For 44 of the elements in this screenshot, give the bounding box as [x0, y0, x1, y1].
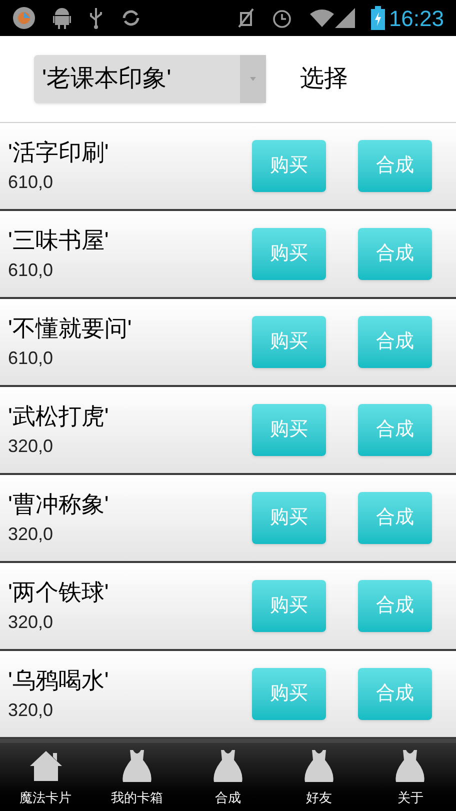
nav-tab[interactable]: 关于: [364, 743, 456, 811]
wifi-icon: [308, 8, 335, 28]
card-price: 320,0: [8, 611, 54, 634]
usb-icon: [88, 6, 104, 30]
card-price: 610,0: [8, 259, 54, 282]
card-price: 320,0: [8, 699, 54, 722]
combine-button[interactable]: 合成: [358, 580, 432, 632]
card-name: '两个铁球': [8, 578, 110, 608]
android-icon: [52, 6, 72, 30]
combine-button[interactable]: 合成: [358, 316, 432, 368]
combine-button[interactable]: 合成: [358, 668, 432, 720]
select-button[interactable]: 选择: [300, 61, 348, 97]
combine-button[interactable]: 合成: [358, 492, 432, 544]
buy-button[interactable]: 购买: [252, 492, 326, 544]
nav-tab[interactable]: 魔法卡片: [0, 743, 92, 811]
buy-button[interactable]: 购买: [252, 404, 326, 456]
dropdown[interactable]: '老课本印象': [34, 55, 266, 103]
card-price: 610,0: [8, 171, 54, 194]
buy-button[interactable]: 购买: [252, 316, 326, 368]
card-price: 320,0: [8, 435, 54, 458]
signal-icon: [334, 8, 355, 28]
combine-button[interactable]: 合成: [358, 140, 432, 192]
combine-button[interactable]: 合成: [358, 228, 432, 280]
buy-button[interactable]: 购买: [252, 668, 326, 720]
nav-tab[interactable]: 好友: [274, 743, 365, 811]
combine-button[interactable]: 合成: [358, 404, 432, 456]
buy-button[interactable]: 购买: [252, 580, 326, 632]
battery-icon: [370, 6, 385, 30]
card-name: '乌鸦喝水': [8, 666, 110, 696]
card-price: 320,0: [8, 523, 54, 546]
card-name: '三味书屋': [8, 226, 110, 256]
alarm-icon: [270, 7, 293, 29]
card-name: '不懂就要问': [8, 314, 133, 344]
card-name: '曹冲称象': [8, 490, 110, 520]
app-icon: [12, 6, 36, 30]
caret-icon: [250, 77, 256, 81]
buy-button[interactable]: 购买: [252, 228, 326, 280]
nav-tab[interactable]: 合成: [182, 743, 274, 811]
nav-tab[interactable]: 我的卡箱: [91, 743, 182, 811]
buy-button[interactable]: 购买: [252, 140, 326, 192]
card-name: '武松打虎': [8, 402, 110, 432]
status-time: 16:23: [388, 4, 444, 32]
card-price: 610,0: [8, 347, 54, 370]
card-name: '活字印刷': [8, 138, 110, 168]
